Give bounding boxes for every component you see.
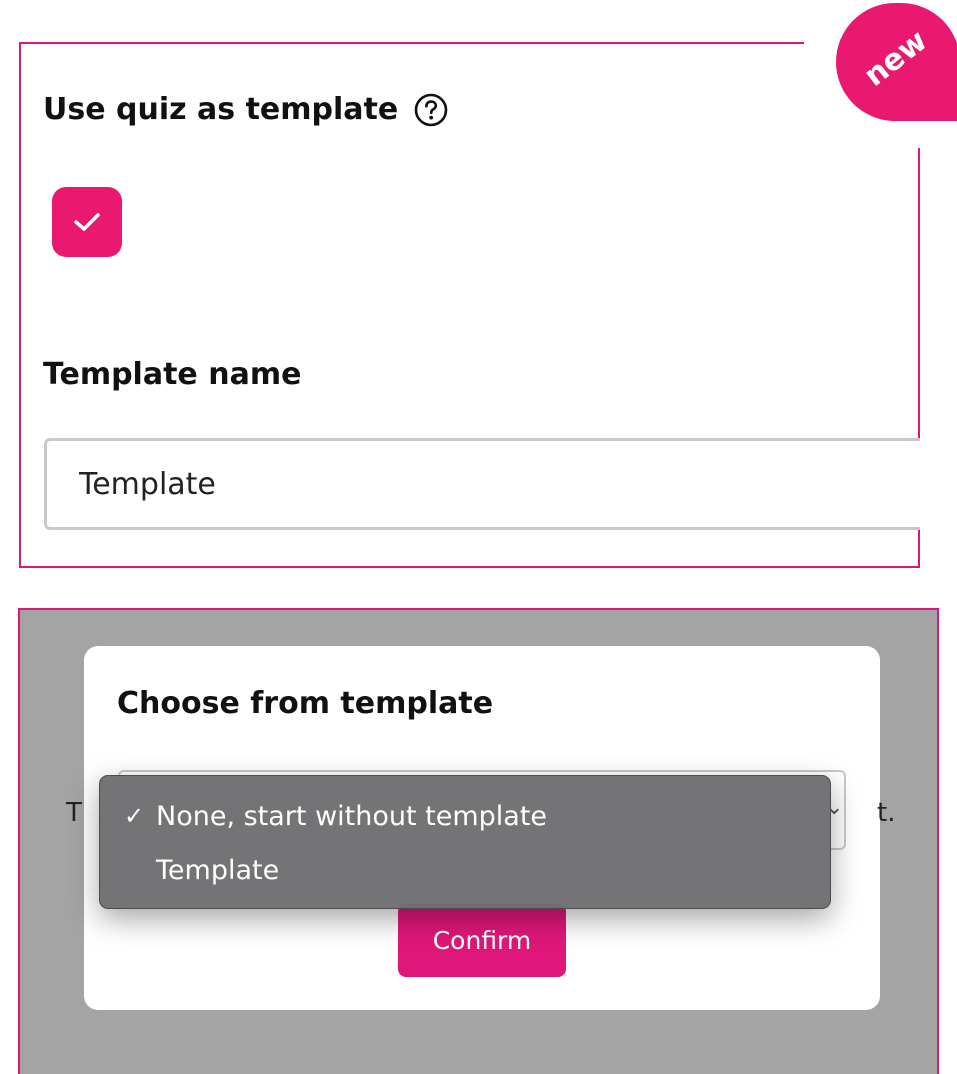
confirm-button[interactable]: Confirm <box>398 904 566 977</box>
dropdown-option-none[interactable]: ✓ None, start without template <box>100 790 830 842</box>
template-dropdown: ✓ None, start without template Template <box>99 775 831 909</box>
dropdown-option-template[interactable]: Template <box>100 844 830 896</box>
checkmark-icon: ✓ <box>124 802 145 830</box>
background-text-left: T <box>66 798 82 828</box>
modal-title: Choose from template <box>117 686 494 721</box>
background-text-right: t. <box>877 798 896 828</box>
dropdown-option-label: Template <box>156 854 280 886</box>
template-name-input[interactable] <box>44 438 920 530</box>
dropdown-option-label: None, start without template <box>156 800 548 832</box>
